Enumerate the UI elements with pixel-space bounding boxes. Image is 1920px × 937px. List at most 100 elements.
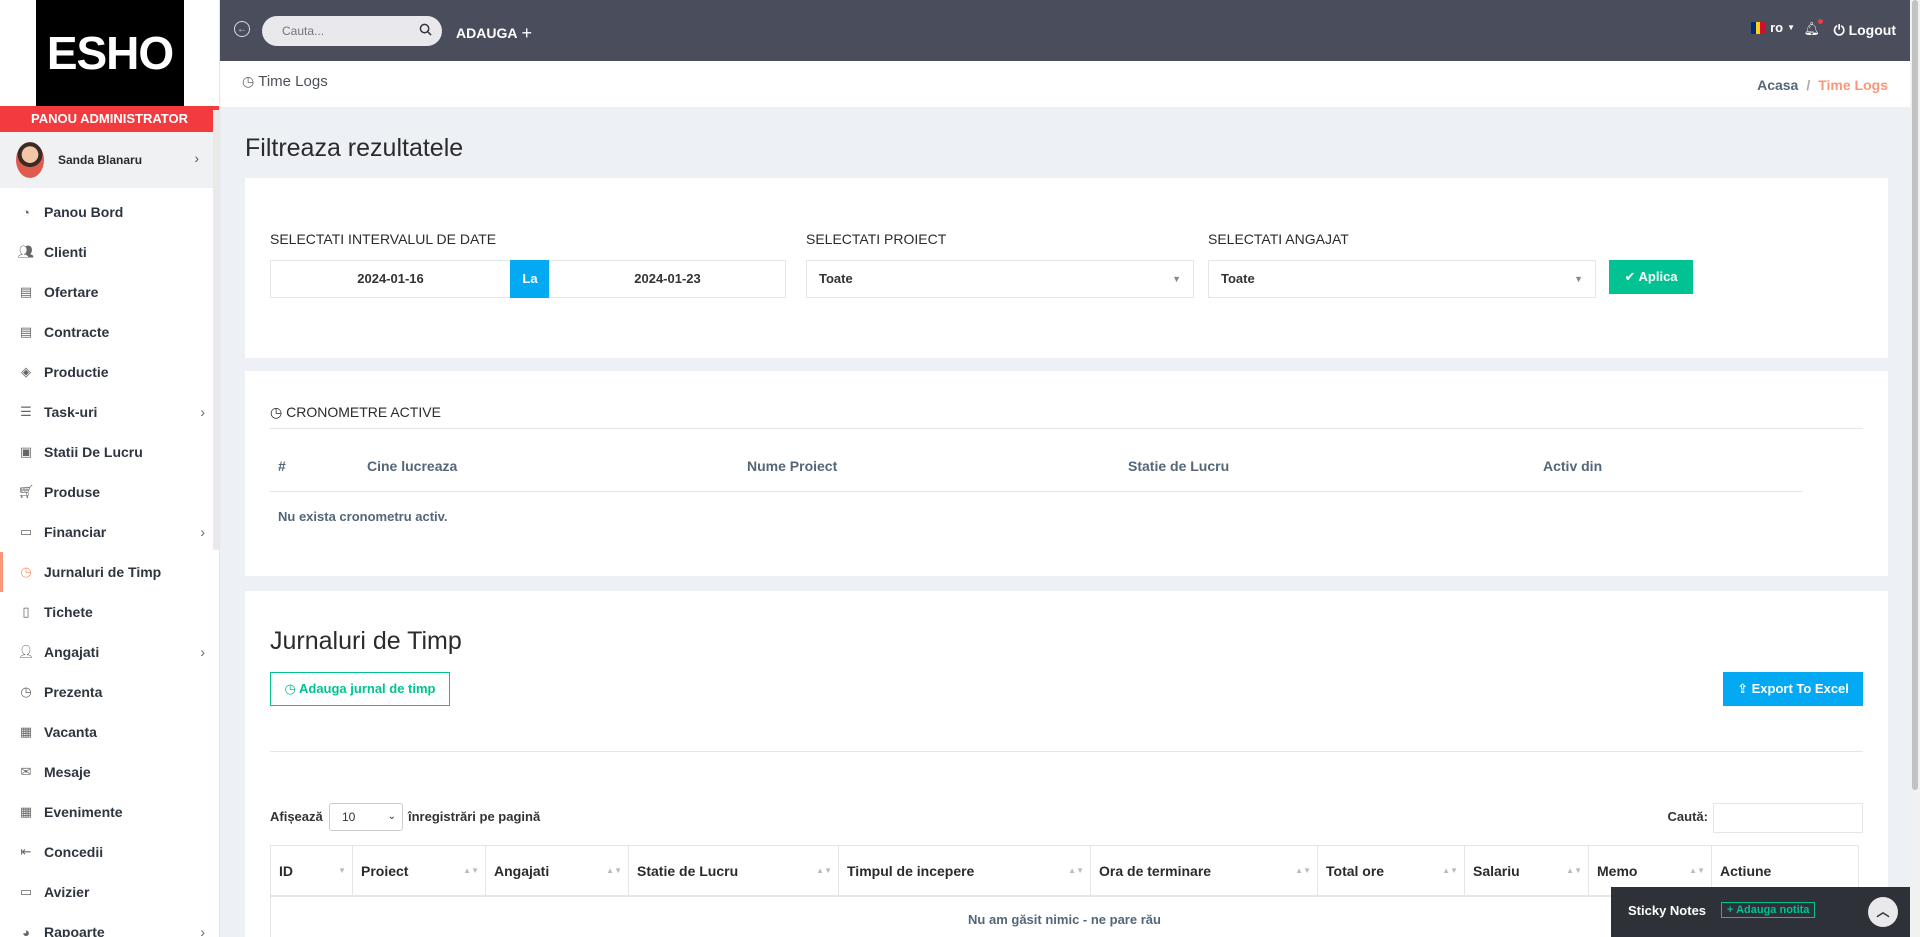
sidebar-item-tichete[interactable]: ▯ Tichete xyxy=(0,592,219,632)
sidebar-item-vacanta[interactable]: ▦ Vacanta xyxy=(0,712,219,752)
table-col-ora-de-terminare[interactable]: Ora de terminare ▲▼ xyxy=(1091,846,1318,896)
page-title-label: Time Logs xyxy=(258,73,328,90)
tasks-icon: ☰ xyxy=(20,404,32,419)
sidebar-item-label: Productie xyxy=(44,364,109,380)
project-select[interactable]: Toate ▼ xyxy=(806,260,1194,298)
document-icon: ▤ xyxy=(19,284,33,299)
sidebar-item-label: Panou Bord xyxy=(44,204,124,220)
calendar-icon: ▦ xyxy=(19,724,33,739)
sidebar-item-jurnaluri-de-timp[interactable]: ◷ Jurnaluri de Timp xyxy=(0,552,219,592)
workstation-icon: ▣ xyxy=(19,444,33,459)
table-col-proiect[interactable]: Proiect ▲▼ xyxy=(353,846,486,896)
sidebar: ESHO PANOU ADMINISTRATOR Sanda Blanaru ›… xyxy=(0,0,220,937)
users-icon: 👥︎ xyxy=(17,244,35,259)
sort-icon: ▲▼ xyxy=(463,866,479,875)
divider xyxy=(270,751,1863,752)
sidebar-item-task-uri[interactable]: ☰ Task-uri › xyxy=(0,392,219,432)
apply-button[interactable]: ✔ Aplica xyxy=(1609,260,1693,294)
user-panel[interactable]: Sanda Blanaru › xyxy=(0,132,219,188)
romania-flag-icon xyxy=(1751,21,1766,34)
page-scrollbar[interactable] xyxy=(1910,0,1920,937)
search-input[interactable] xyxy=(262,16,402,46)
add-note-button[interactable]: + Adauga notita xyxy=(1721,902,1816,918)
breadcrumb-home-link[interactable]: Acasa xyxy=(1757,77,1798,93)
sidebar-item-concedii[interactable]: ⇤ Concedii xyxy=(0,832,219,872)
add-new-button[interactable]: ADAUGA + xyxy=(456,22,532,43)
table-col-timpul-de-incepere[interactable]: Timpul de incepere ▲▼ xyxy=(839,846,1091,896)
chevron-down-icon: ⌄ xyxy=(387,811,396,822)
divider xyxy=(270,491,1802,492)
plus-icon: + xyxy=(521,23,532,43)
table-col-id[interactable]: ID ▼ xyxy=(271,846,353,896)
sidebar-item-statii-de-lucru[interactable]: ▣ Statii De Lucru xyxy=(0,432,219,472)
search-icon[interactable] xyxy=(419,23,432,36)
caret-down-icon: ▼ xyxy=(1172,274,1181,284)
clock-icon: ◷ xyxy=(20,684,32,699)
upload-icon: ⇪ xyxy=(1737,681,1748,696)
sidebar-item-label: Prezenta xyxy=(44,684,103,700)
sidebar-item-label: Produse xyxy=(44,484,101,500)
table-col-total-ore[interactable]: Total ore ▲▼ xyxy=(1318,846,1465,896)
sidebar-item-contracte[interactable]: ▤ Contracte xyxy=(0,312,219,352)
timers-col-worker: Cine lucreaza xyxy=(367,458,458,474)
sidebar-item-label: Financiar xyxy=(44,524,107,540)
sidebar-item-mesaje[interactable]: ✉ Mesaje xyxy=(0,752,219,792)
sidebar-item-clienti[interactable]: 👥︎ Clienti xyxy=(0,232,219,272)
language-selector[interactable]: ro ▼ xyxy=(1751,20,1795,35)
chevron-right-icon: › xyxy=(200,644,205,660)
date-from-input[interactable]: 2024-01-16 xyxy=(270,260,511,298)
active-timers-title: ◷ CRONOMETRE ACTIVE xyxy=(270,404,441,421)
date-to-input[interactable]: 2024-01-23 xyxy=(549,260,786,298)
sidebar-item-panou-bord[interactable]: ◔ Panou Bord xyxy=(0,192,219,232)
notifications-bell-icon[interactable]: 🔔︎ xyxy=(1803,19,1823,37)
table-col-angajati[interactable]: Angajati ▲▼ xyxy=(486,846,629,896)
active-timers-card: ◷ CRONOMETRE ACTIVE # Cine lucreaza Nume… xyxy=(245,371,1888,576)
logout-button[interactable]: ⏻ Logout xyxy=(1834,22,1896,39)
timers-col-project: Nume Proiect xyxy=(747,458,838,474)
sidebar-item-evenimente[interactable]: ▦ Evenimente xyxy=(0,792,219,832)
sidebar-item-produse[interactable]: 🛒︎ Produse xyxy=(0,472,219,512)
table-col-label: Proiect xyxy=(361,863,409,879)
sidebar-item-label: Avizier xyxy=(44,884,90,900)
breadcrumb-current: Time Logs xyxy=(1818,77,1888,93)
admin-panel-banner: PANOU ADMINISTRATOR xyxy=(0,106,219,132)
sidebar-scrollbar[interactable] xyxy=(213,110,219,550)
back-arrow-icon[interactable]: ← xyxy=(234,21,250,37)
clock-icon: ◷ xyxy=(242,73,255,89)
table-search-input[interactable] xyxy=(1713,803,1863,833)
add-time-log-button[interactable]: ◷ Adauga jurnal de timp xyxy=(270,672,450,706)
page-size-select[interactable]: 10 ⌄ xyxy=(329,803,403,831)
add-note-label: Adauga notita xyxy=(1736,904,1810,916)
project-label: SELECTATI PROIECT xyxy=(806,231,947,247)
sort-icon: ▲▼ xyxy=(1442,866,1458,875)
sidebar-item-productie[interactable]: ◈ Productie xyxy=(0,352,219,392)
sidebar-item-avizier[interactable]: ▭ Avizier xyxy=(0,872,219,912)
sidebar-item-angajati[interactable]: 👤︎ Angajati › xyxy=(0,632,219,672)
sticky-notes-panel: Sticky Notes + Adauga notita ︿ xyxy=(1611,887,1910,937)
sidebar-item-ofertare[interactable]: ▤ Ofertare xyxy=(0,272,219,312)
user-name: Sanda Blanaru xyxy=(58,153,143,167)
sort-icon: ▲▼ xyxy=(1295,866,1311,875)
export-excel-button[interactable]: ⇪ Export To Excel xyxy=(1723,672,1863,706)
sidebar-item-label: Rapoarte xyxy=(44,924,105,937)
time-logs-heading: Jurnaluri de Timp xyxy=(270,627,462,655)
table-col-label: Salariu xyxy=(1473,863,1520,879)
sidebar-item-financiar[interactable]: ▭ Financiar › xyxy=(0,512,219,552)
timers-col-active-since: Activ din xyxy=(1543,458,1603,474)
notification-dot xyxy=(1818,19,1823,24)
power-icon: ⏻ xyxy=(1833,22,1845,38)
sidebar-item-prezenta[interactable]: ◷ Prezenta xyxy=(0,672,219,712)
table-col-salariu[interactable]: Salariu ▲▼ xyxy=(1465,846,1589,896)
logout-label: Logout xyxy=(1848,22,1896,38)
scrollbar-thumb[interactable] xyxy=(1912,0,1918,790)
chevron-up-icon[interactable]: ︿ xyxy=(1868,897,1898,927)
table-col-statie-de-lucru[interactable]: Statie de Lucru ▲▼ xyxy=(629,846,839,896)
brand-logo[interactable]: ESHO xyxy=(36,0,184,106)
ticket-icon: ▯ xyxy=(22,604,30,619)
employee-select[interactable]: Toate ▼ xyxy=(1208,260,1596,298)
sign-out-icon: ⇤ xyxy=(20,844,32,859)
sidebar-item-rapoarte[interactable]: ◕ Rapoarte › xyxy=(0,912,219,937)
employee-select-value: Toate xyxy=(1221,271,1255,286)
envelope-icon: ✉ xyxy=(20,764,32,779)
apply-label: Aplica xyxy=(1638,269,1678,284)
